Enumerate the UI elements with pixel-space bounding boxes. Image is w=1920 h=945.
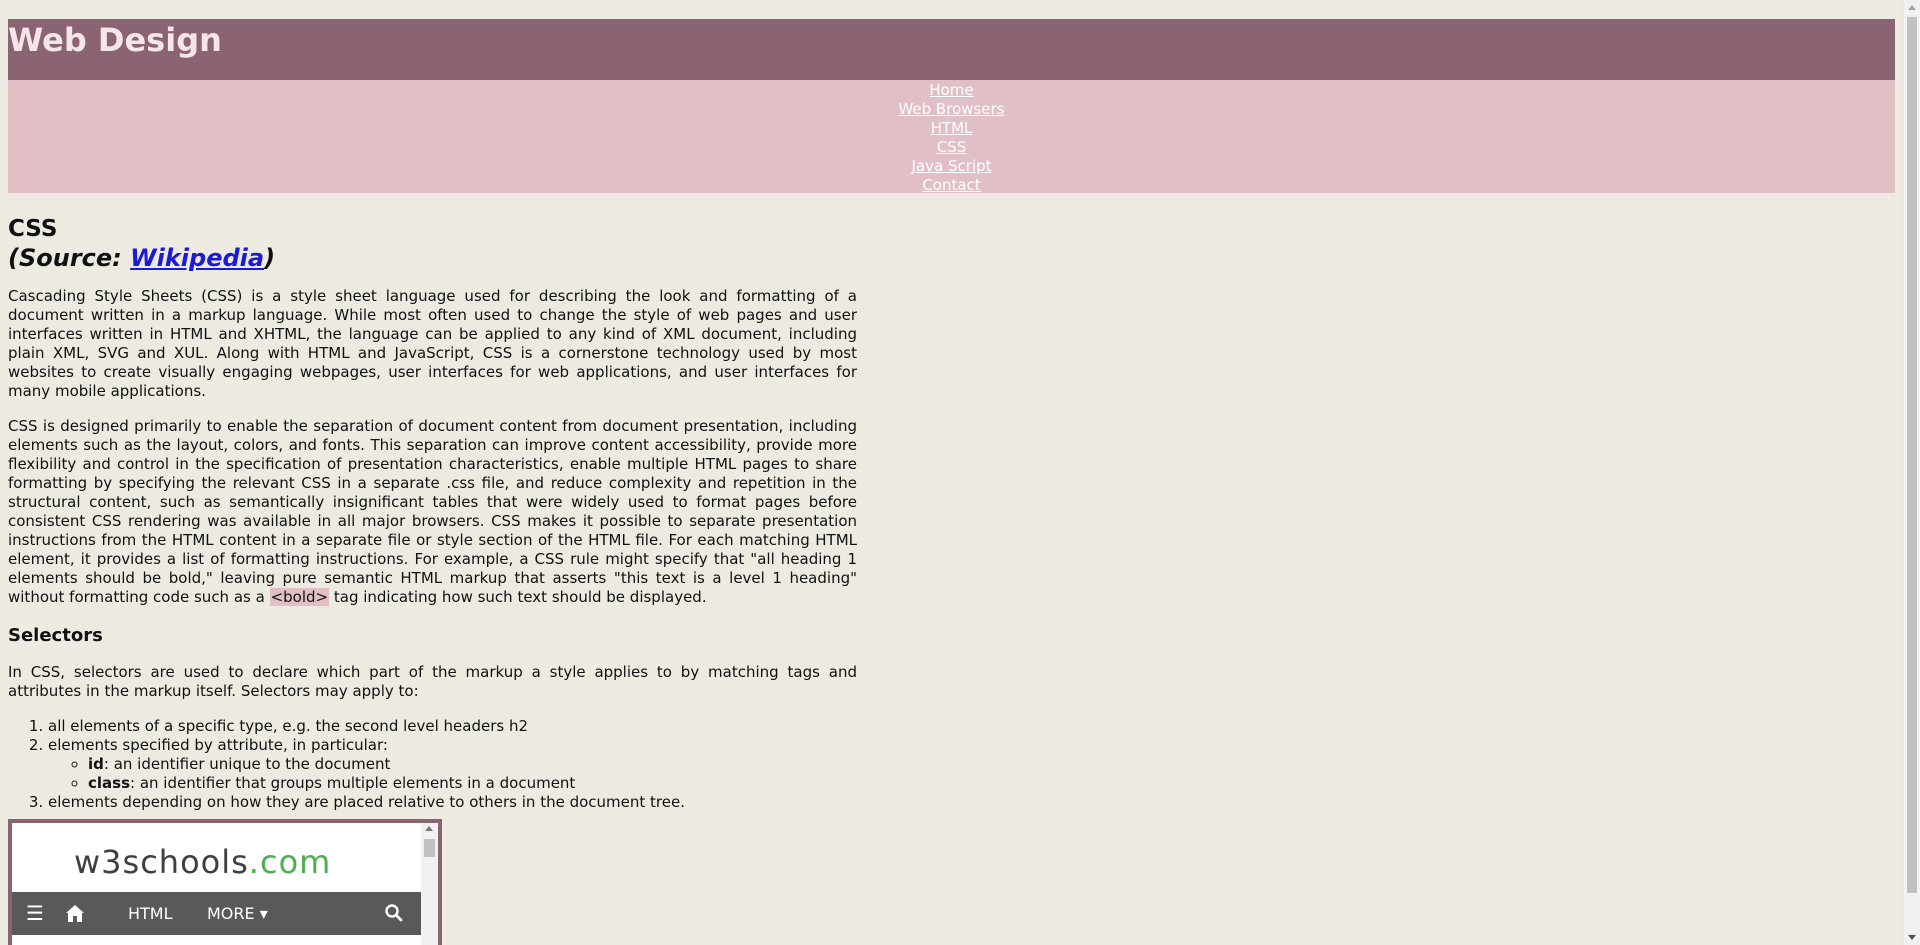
nav-link-contact[interactable]: Contact: [922, 176, 980, 195]
id-term: id: [88, 755, 104, 773]
article-content: CSS (Source: Wikipedia) Cascading Style …: [8, 215, 857, 812]
w3schools-navbar: ☰ HTML MORE ▾: [12, 892, 421, 935]
site-title: Web Design: [8, 21, 222, 59]
w3-nav-more[interactable]: MORE ▾: [207, 892, 268, 935]
sublist-item-class: class: an identifier that groups multipl…: [88, 774, 857, 793]
w3schools-embed[interactable]: w3schools.com ☰ HTML MORE ▾: [8, 819, 442, 945]
nav-link-javascript[interactable]: Java Script: [912, 157, 992, 176]
sublist-item-id: id: an identifier unique to the document: [88, 755, 857, 774]
list-item: elements depending on how they are place…: [48, 793, 857, 812]
home-icon-svg: [66, 905, 84, 922]
site-header: Web Design: [8, 19, 1895, 80]
w3schools-logo-area: w3schools.com: [12, 823, 421, 892]
w3-nav-html[interactable]: HTML: [128, 892, 173, 935]
embed-scroll-thumb[interactable]: [424, 839, 435, 857]
source-suffix: ): [264, 244, 276, 272]
wikipedia-link[interactable]: Wikipedia: [130, 244, 264, 272]
scroll-up-arrow[interactable]: [1908, 5, 1916, 10]
home-icon[interactable]: [64, 892, 100, 935]
list-item-text: elements specified by attribute, in part…: [48, 736, 388, 754]
menu-icon[interactable]: ☰: [26, 892, 44, 935]
attribute-sublist: id: an identifier unique to the document…: [48, 755, 857, 793]
list-item: elements specified by attribute, in part…: [48, 736, 857, 793]
list-item: all elements of a specific type, e.g. th…: [48, 717, 857, 736]
scroll-thumb[interactable]: [1907, 17, 1917, 893]
nav-link-html[interactable]: HTML: [931, 119, 973, 138]
article-title: CSS: [8, 216, 58, 242]
page: Web Design Home Web Browsers HTML CSS Ja…: [0, 0, 1904, 945]
nav-link-css[interactable]: CSS: [937, 138, 967, 157]
nav-link-web-browsers[interactable]: Web Browsers: [898, 100, 1004, 119]
page-scrollbar[interactable]: [1903, 0, 1920, 945]
nav-link-home[interactable]: Home: [929, 81, 973, 100]
search-icon[interactable]: [384, 892, 408, 935]
bold-tag-code: <bold>: [269, 588, 330, 606]
embed-scroll-up-arrow[interactable]: [425, 826, 433, 831]
article-source: (Source: Wikipedia): [8, 244, 857, 273]
logo-tld: .com: [248, 843, 332, 881]
search-icon-svg: [385, 904, 403, 922]
w3schools-logo[interactable]: w3schools.com: [74, 843, 331, 881]
separation-text: CSS is designed primarily to enable the …: [8, 417, 857, 606]
class-term: class: [88, 774, 131, 792]
separation-text-end: tag indicating how such text should be d…: [329, 588, 707, 606]
logo-main: w3schools: [74, 843, 249, 881]
selectors-list: all elements of a specific type, e.g. th…: [8, 717, 857, 812]
selectors-heading: Selectors: [8, 625, 103, 646]
main-nav: Home Web Browsers HTML CSS Java Script C…: [8, 80, 1895, 195]
intro-paragraph: Cascading Style Sheets (CSS) is a style …: [8, 287, 857, 400]
class-description: : an identifier that groups multiple ele…: [130, 774, 576, 792]
scroll-down-arrow[interactable]: [1908, 935, 1916, 940]
selectors-intro: In CSS, selectors are used to declare wh…: [8, 663, 857, 700]
id-description: : an identifier unique to the document: [103, 755, 391, 773]
source-prefix: (Source:: [8, 244, 131, 272]
embed-scrollbar[interactable]: [421, 823, 438, 945]
separation-paragraph: CSS is designed primarily to enable the …: [8, 417, 857, 607]
